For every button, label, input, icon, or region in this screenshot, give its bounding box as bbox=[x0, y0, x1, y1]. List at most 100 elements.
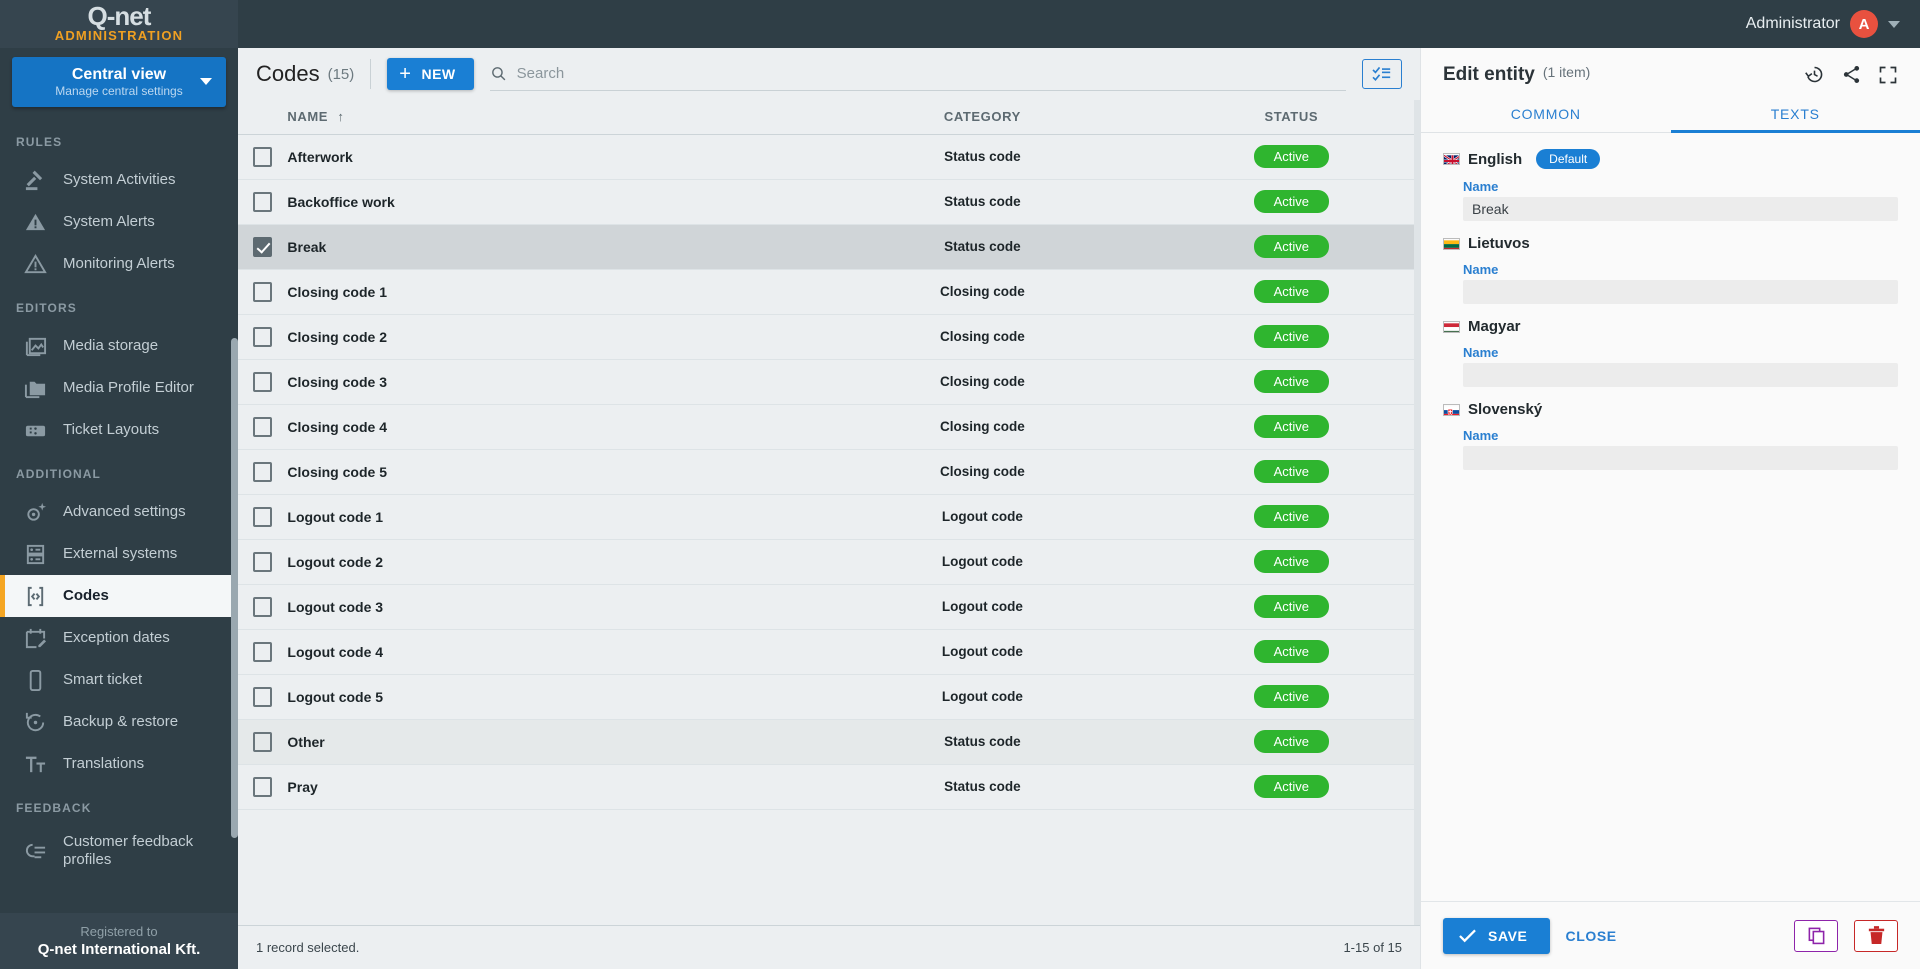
table-row[interactable]: Other Status code Active bbox=[238, 719, 1420, 764]
row-status-cell: Active bbox=[1163, 719, 1420, 764]
header-category[interactable]: CATEGORY bbox=[802, 100, 1163, 135]
toolbar-divider bbox=[370, 59, 372, 89]
close-button[interactable]: CLOSE bbox=[1566, 928, 1617, 944]
table-row[interactable]: Closing code 3 Closing code Active bbox=[238, 359, 1420, 404]
delete-button[interactable] bbox=[1854, 919, 1898, 952]
language-name: Slovenský bbox=[1468, 401, 1543, 418]
sidebar-item-advanced-settings[interactable]: Advanced settings bbox=[0, 491, 238, 533]
language-name: English bbox=[1468, 150, 1523, 168]
table-row[interactable]: Closing code 2 Closing code Active bbox=[238, 314, 1420, 359]
sidebar-item-ticket-layouts[interactable]: Ticket Layouts bbox=[0, 409, 238, 451]
central-view-title: Central view bbox=[71, 66, 167, 83]
row-name: Other bbox=[287, 733, 325, 750]
table-row[interactable]: Closing code 4 Closing code Active bbox=[238, 404, 1420, 449]
row-status-cell: Active bbox=[1163, 404, 1420, 449]
sidebar-item-media-storage[interactable]: Media storage bbox=[0, 325, 238, 367]
table-row[interactable]: Logout code 4 Logout code Active bbox=[238, 629, 1420, 674]
user-menu[interactable]: Administrator A bbox=[1746, 10, 1920, 38]
table-row[interactable]: Logout code 1 Logout code Active bbox=[238, 494, 1420, 539]
row-checkbox[interactable] bbox=[253, 326, 273, 347]
row-checkbox[interactable] bbox=[253, 236, 273, 257]
sidebar-item-media-profile-editor[interactable]: Media Profile Editor bbox=[0, 367, 238, 409]
table-row[interactable]: Pray Status code Active bbox=[238, 764, 1420, 809]
share-icon[interactable] bbox=[1841, 64, 1862, 85]
sidebar-item-icon bbox=[23, 500, 47, 524]
table-row[interactable]: Closing code 1 Closing code Active bbox=[238, 269, 1420, 314]
row-checkbox[interactable] bbox=[253, 416, 273, 437]
name-field[interactable] bbox=[1463, 363, 1898, 387]
row-checkbox[interactable] bbox=[253, 461, 273, 482]
row-checkbox[interactable] bbox=[253, 686, 273, 707]
row-checkbox-cell bbox=[238, 494, 287, 539]
row-checkbox[interactable] bbox=[253, 191, 273, 212]
registered-to: Registered to Q-net International Kft. bbox=[0, 913, 238, 969]
sidebar-item-external-systems[interactable]: External systems bbox=[0, 533, 238, 575]
sidebar-item-codes[interactable]: Codes bbox=[0, 575, 238, 617]
sidebar-item-icon bbox=[23, 668, 47, 692]
row-checkbox[interactable] bbox=[253, 146, 273, 167]
status-badge: Active bbox=[1253, 325, 1329, 348]
table-header-row: NAME ↑ CATEGORY STATUS bbox=[238, 100, 1420, 135]
tab-texts[interactable]: TEXTS bbox=[1670, 94, 1920, 133]
row-checkbox[interactable] bbox=[253, 281, 273, 302]
sidebar-item-exception-dates[interactable]: Exception dates bbox=[0, 617, 238, 659]
header-status[interactable]: STATUS bbox=[1162, 100, 1420, 135]
gear-sparkle-icon bbox=[26, 502, 46, 521]
search-input[interactable] bbox=[516, 65, 1346, 82]
row-checkbox[interactable] bbox=[253, 776, 273, 797]
select-mode-button[interactable] bbox=[1362, 59, 1402, 89]
row-category: Status code bbox=[944, 734, 1021, 749]
flag-icon-gb bbox=[1443, 153, 1460, 165]
row-checkbox[interactable] bbox=[253, 506, 273, 527]
field-label: Name bbox=[1463, 345, 1499, 360]
search-box[interactable] bbox=[489, 57, 1346, 91]
row-checkbox[interactable] bbox=[253, 641, 273, 662]
name-field[interactable] bbox=[1463, 446, 1898, 470]
sidebar-item-smart-ticket[interactable]: Smart ticket bbox=[0, 659, 238, 701]
table-row[interactable]: Logout code 5 Logout code Active bbox=[238, 674, 1420, 719]
status-badge: Active bbox=[1253, 730, 1329, 753]
row-checkbox[interactable] bbox=[253, 596, 273, 617]
header-name[interactable]: NAME ↑ bbox=[287, 100, 803, 135]
language-section: Magyar Name bbox=[1443, 318, 1898, 387]
sidebar-item-translations[interactable]: Translations bbox=[0, 743, 238, 785]
fullscreen-icon[interactable] bbox=[1878, 65, 1898, 85]
status-badge: Active bbox=[1253, 505, 1329, 528]
table-row[interactable]: Logout code 2 Logout code Active bbox=[238, 539, 1420, 584]
copy-icon bbox=[1808, 927, 1824, 945]
save-button[interactable]: SAVE bbox=[1443, 917, 1550, 954]
row-checkbox-cell bbox=[238, 314, 287, 359]
duplicate-button[interactable] bbox=[1794, 919, 1838, 952]
sidebar-item-backup-restore[interactable]: Backup & restore bbox=[0, 701, 238, 743]
table-row[interactable]: Closing code 5 Closing code Active bbox=[238, 449, 1420, 494]
tab-common[interactable]: COMMON bbox=[1421, 94, 1671, 133]
new-button[interactable]: + NEW bbox=[387, 58, 474, 90]
row-checkbox-cell bbox=[238, 179, 287, 224]
row-category: Closing code bbox=[940, 374, 1025, 389]
table-row[interactable]: Afterwork Status code Active bbox=[238, 134, 1420, 179]
sidebar-nav: RULES System Activities System Alerts Monit… bbox=[0, 119, 238, 877]
history-icon[interactable] bbox=[1804, 64, 1825, 85]
sidebar-item-system-alerts[interactable]: System Alerts bbox=[0, 201, 238, 243]
row-checkbox[interactable] bbox=[253, 731, 273, 752]
sidebar-scrollbar[interactable] bbox=[231, 338, 238, 838]
name-field[interactable] bbox=[1463, 280, 1898, 304]
sidebar-item-monitoring-alerts[interactable]: Monitoring Alerts bbox=[0, 243, 238, 285]
name-field[interactable]: Break bbox=[1463, 197, 1898, 221]
table-row[interactable]: Logout code 3 Logout code Active bbox=[238, 584, 1420, 629]
sidebar-item-system-activities[interactable]: System Activities bbox=[0, 159, 238, 201]
chevron-down-icon[interactable] bbox=[1888, 20, 1900, 28]
row-checkbox[interactable] bbox=[253, 551, 273, 572]
main-content: Codes (15) + NEW Search NAME ↑ CATEGORY … bbox=[238, 48, 1420, 969]
field-label: Name bbox=[1463, 428, 1499, 443]
sidebar-group-label: RULES bbox=[16, 135, 63, 149]
row-checkbox-cell bbox=[238, 359, 287, 404]
sidebar-item-label: Smart ticket bbox=[63, 671, 143, 688]
central-view-switcher[interactable]: Central view Manage central settings bbox=[12, 57, 226, 107]
chevron-down-icon[interactable] bbox=[200, 78, 212, 85]
status-badge: Active bbox=[1253, 460, 1329, 483]
table-row[interactable]: Break Status code Active bbox=[238, 224, 1420, 269]
row-checkbox[interactable] bbox=[253, 371, 273, 392]
sidebar-item-customer-feedback-profiles[interactable]: Customer feedback profiles bbox=[0, 825, 238, 877]
table-row[interactable]: Backoffice work Status code Active bbox=[238, 179, 1420, 224]
